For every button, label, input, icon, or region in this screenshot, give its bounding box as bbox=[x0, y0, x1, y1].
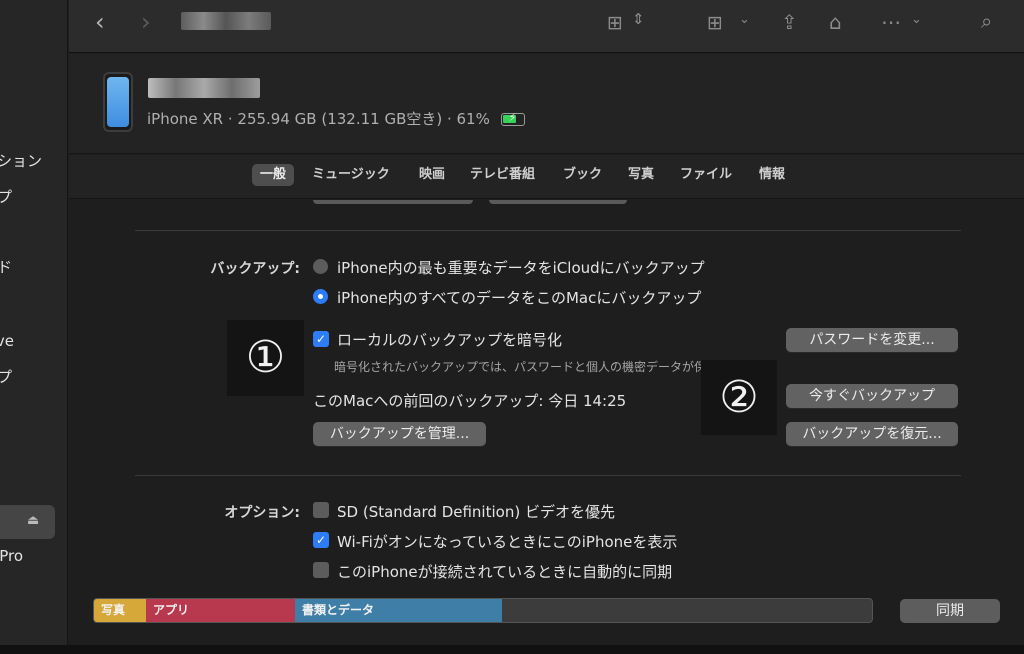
tag-icon[interactable]: ⌂ bbox=[829, 10, 842, 34]
sidebar-item-label[interactable]: ド bbox=[0, 256, 12, 277]
change-password-button[interactable]: パスワードを変更... bbox=[786, 328, 958, 352]
backup-section-label: バックアップ: bbox=[210, 261, 300, 277]
grid-view-icon[interactable]: ⊞ bbox=[607, 12, 623, 34]
divider bbox=[135, 230, 961, 231]
share-icon[interactable]: ⇪ bbox=[781, 10, 798, 34]
forward-icon[interactable]: › bbox=[141, 8, 151, 36]
search-icon[interactable]: ⌕ bbox=[981, 9, 992, 33]
restore-backup-button[interactable]: バックアップを復元... bbox=[786, 422, 958, 446]
device-info-text: iPhone XR · 255.94 GB (132.11 GB空き) · 61… bbox=[147, 110, 490, 128]
wifi-show-label[interactable]: Wi-FiがオンになっているときにこのiPhoneを表示 bbox=[337, 531, 677, 552]
group-icon[interactable]: ⊞ bbox=[707, 12, 723, 34]
cut-off-button[interactable] bbox=[489, 200, 627, 204]
back-icon[interactable]: ‹ bbox=[95, 8, 105, 36]
tab-photos[interactable]: 写真 bbox=[620, 164, 662, 186]
divider bbox=[135, 475, 961, 476]
sidebar-item-label[interactable]: ション bbox=[0, 150, 42, 171]
last-backup-text: このMacへの前回のバックアップ: 今日 14:25 bbox=[313, 392, 627, 410]
option-icloud-backup[interactable]: iPhone内の最も重要なデータをiCloudにバックアップ bbox=[337, 257, 705, 278]
chevron-down-icon[interactable]: ⌄ bbox=[911, 12, 922, 27]
tab-movies[interactable]: 映画 bbox=[411, 164, 453, 186]
manage-backups-button[interactable]: バックアップを管理... bbox=[313, 422, 486, 446]
eject-icon[interactable]: ⏏ bbox=[27, 513, 39, 528]
storage-segment-apps: アプリ bbox=[146, 599, 295, 622]
device-name bbox=[148, 78, 260, 98]
chevron-down-icon[interactable]: ⌄ bbox=[739, 12, 750, 27]
toolbar: ‹ › ⊞ ⇕ ⊞ ⌄ ⇪ ⌂ ⋯ ⌄ ⌕ bbox=[69, 0, 1024, 53]
annotation-marker-1: ① bbox=[227, 320, 304, 396]
auto-sync-label[interactable]: このiPhoneが接続されているときに自動的に同期 bbox=[337, 561, 672, 580]
options-section-label: オプション: bbox=[224, 505, 300, 521]
tab-books[interactable]: ブック bbox=[555, 164, 610, 186]
cut-off-button[interactable] bbox=[313, 200, 473, 204]
radio-mac-backup[interactable] bbox=[313, 289, 328, 304]
sd-video-checkbox[interactable] bbox=[313, 502, 329, 518]
tab-info[interactable]: 情報 bbox=[751, 164, 793, 186]
auto-sync-checkbox[interactable] bbox=[313, 562, 329, 578]
window-title bbox=[181, 12, 271, 30]
encrypt-label[interactable]: ローカルのバックアップを暗号化 bbox=[337, 329, 562, 350]
sync-button[interactable]: 同期 bbox=[900, 599, 1000, 623]
storage-bar: 写真 アプリ 書類とデータ bbox=[93, 598, 873, 623]
sidebar-item-label[interactable]: ve bbox=[0, 332, 14, 350]
sd-video-label[interactable]: SD (Standard Definition) ビデオを優先 bbox=[337, 501, 615, 522]
device-info: iPhone XR · 255.94 GB (132.11 GB空き) · 61… bbox=[147, 108, 525, 129]
encrypt-checkbox[interactable]: ✓ bbox=[313, 331, 329, 347]
sidebar-item-label[interactable]: Pro bbox=[0, 547, 23, 565]
bottom-strip bbox=[0, 645, 1024, 654]
option-mac-backup[interactable]: iPhone内のすべてのデータをこのMacにバックアップ bbox=[337, 287, 701, 308]
battery-charging-icon: ⚡ bbox=[500, 111, 525, 126]
backup-now-button[interactable]: 今すぐバックアップ bbox=[786, 384, 958, 408]
more-icon[interactable]: ⋯ bbox=[881, 10, 901, 34]
tab-bar: 一般 ミュージック 映画 テレビ番組 ブック 写真 ファイル 情報 bbox=[69, 155, 1024, 199]
radio-icloud-backup[interactable] bbox=[313, 259, 328, 274]
general-pane: バックアップ: iPhone内の最も重要なデータをiCloudにバックアップ i… bbox=[69, 200, 1024, 580]
chevron-updown-icon[interactable]: ⇕ bbox=[632, 10, 645, 28]
sidebar-device-selected[interactable]: ⏏ bbox=[0, 505, 55, 539]
tab-music[interactable]: ミュージック bbox=[304, 164, 398, 186]
wifi-show-checkbox[interactable]: ✓ bbox=[313, 532, 329, 548]
tab-general[interactable]: 一般 bbox=[252, 164, 295, 186]
sidebar-item-label[interactable]: プ bbox=[0, 186, 12, 207]
iphone-icon bbox=[103, 72, 133, 132]
sidebar: ション プ ド ve プ ⏏ Pro bbox=[0, 0, 68, 654]
sidebar-item-label[interactable]: プ bbox=[0, 366, 12, 387]
storage-segment-documents: 書類とデータ bbox=[295, 599, 502, 622]
annotation-marker-2: ② bbox=[701, 360, 777, 435]
device-header: iPhone XR · 255.94 GB (132.11 GB空き) · 61… bbox=[69, 54, 1024, 154]
tab-tv-shows[interactable]: テレビ番組 bbox=[462, 164, 543, 186]
tab-files[interactable]: ファイル bbox=[672, 164, 740, 186]
storage-segment-photos: 写真 bbox=[94, 599, 146, 622]
